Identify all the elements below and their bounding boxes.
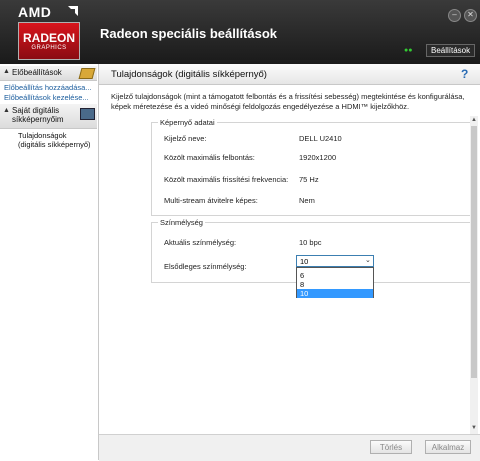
preferred-color-depth-select[interactable]: 10 ⌄: [296, 255, 374, 267]
graphics-badge-text: GRAPHICS: [31, 45, 67, 51]
minimize-button[interactable]: –: [448, 9, 461, 22]
dropdown-option-8[interactable]: 8: [297, 280, 373, 289]
close-button[interactable]: ✕: [464, 9, 477, 22]
help-icon[interactable]: ?: [461, 67, 468, 81]
amd-radeon-logo: AMD RADEON GRAPHICS: [18, 4, 80, 60]
display-name-label: Kijelző neve:: [164, 134, 207, 143]
content-area: Képernyő adatai Kijelző neve: DELL U2410…: [99, 117, 473, 433]
dropdown-option-10[interactable]: 10: [297, 289, 373, 298]
current-color-depth-value: 10 bpc: [299, 238, 322, 247]
current-color-depth-label: Aktuális színmélység:: [164, 238, 237, 247]
color-depth-legend: Színmélység: [158, 218, 205, 227]
select-value: 10: [300, 257, 309, 266]
sidebar-link-manage-presets[interactable]: Előbeállítások kezelése...: [4, 93, 89, 102]
app-header: AMD RADEON GRAPHICS Radeon speciális beá…: [0, 0, 480, 64]
apply-button[interactable]: Alkalmaz: [425, 440, 471, 454]
preferred-color-depth-label: Elsődleges színmélység:: [164, 262, 247, 271]
presets-folder-icon: [78, 68, 96, 79]
preferences-button[interactable]: Beállítások: [426, 44, 476, 57]
monitor-icon: [80, 108, 95, 120]
sidebar-link-add-preset[interactable]: Előbeállítás hozzáadása...: [4, 83, 92, 92]
collapse-arrow-icon[interactable]: ▲: [3, 107, 10, 114]
chevron-down-icon[interactable]: ⌄: [365, 256, 371, 264]
vertical-scrollbar[interactable]: ▲ ▼: [470, 116, 478, 434]
app-title: Radeon speciális beállítások: [100, 26, 278, 41]
scroll-up-icon[interactable]: ▲: [470, 116, 478, 124]
sidebar: ▲ Előbeállítások Előbeállítás hozzáadása…: [0, 64, 99, 460]
display-info-legend: Képernyő adatai: [158, 118, 217, 127]
sidebar-item-properties[interactable]: Tulajdonságok (digitális síkképernyő): [18, 131, 94, 149]
sidebar-displays-title: Saját digitális síkképernyőim: [12, 106, 64, 124]
sidebar-displays-header[interactable]: ▲ Saját digitális síkképernyőim: [0, 104, 97, 129]
main-header: Tulajdonságok (digitális síkképernyő) ?: [99, 64, 480, 85]
display-name-value: DELL U2410: [299, 134, 342, 143]
scrollbar-thumb[interactable]: [471, 126, 477, 378]
multistream-label: Multi-stream átvitelre képes:: [164, 196, 258, 205]
scroll-down-icon[interactable]: ▼: [470, 424, 478, 432]
max-refresh-label: Közölt maximális frissítési frekvencia:: [164, 175, 289, 184]
page-description: Kijelző tulajdonságok (mint a támogatott…: [111, 92, 465, 111]
max-resolution-label: Közölt maximális felbontás:: [164, 153, 255, 162]
amd-arrow-icon: [68, 6, 78, 16]
multistream-value: Nem: [299, 196, 315, 205]
main-panel: Tulajdonságok (digitális síkképernyő) ? …: [99, 64, 480, 460]
color-depth-dropdown: 6 8 10: [296, 267, 374, 298]
status-leds-icon: ●●: [404, 47, 413, 54]
max-refresh-value: 75 Hz: [299, 175, 319, 184]
radeon-badge: RADEON GRAPHICS: [18, 22, 80, 60]
page-title: Tulajdonságok (digitális síkképernyő): [111, 69, 267, 80]
sidebar-presets-title: Előbeállítások: [12, 68, 62, 77]
dropdown-option-6[interactable]: 6: [297, 271, 373, 280]
discard-button[interactable]: Törlés: [370, 440, 412, 454]
sidebar-presets-header[interactable]: ▲ Előbeállítások: [0, 66, 97, 81]
radeon-badge-text: RADEON: [22, 31, 75, 45]
max-resolution-value: 1920x1200: [299, 153, 337, 162]
collapse-arrow-icon[interactable]: ▲: [3, 68, 10, 75]
footer-bar: Törlés Alkalmaz: [99, 434, 480, 461]
